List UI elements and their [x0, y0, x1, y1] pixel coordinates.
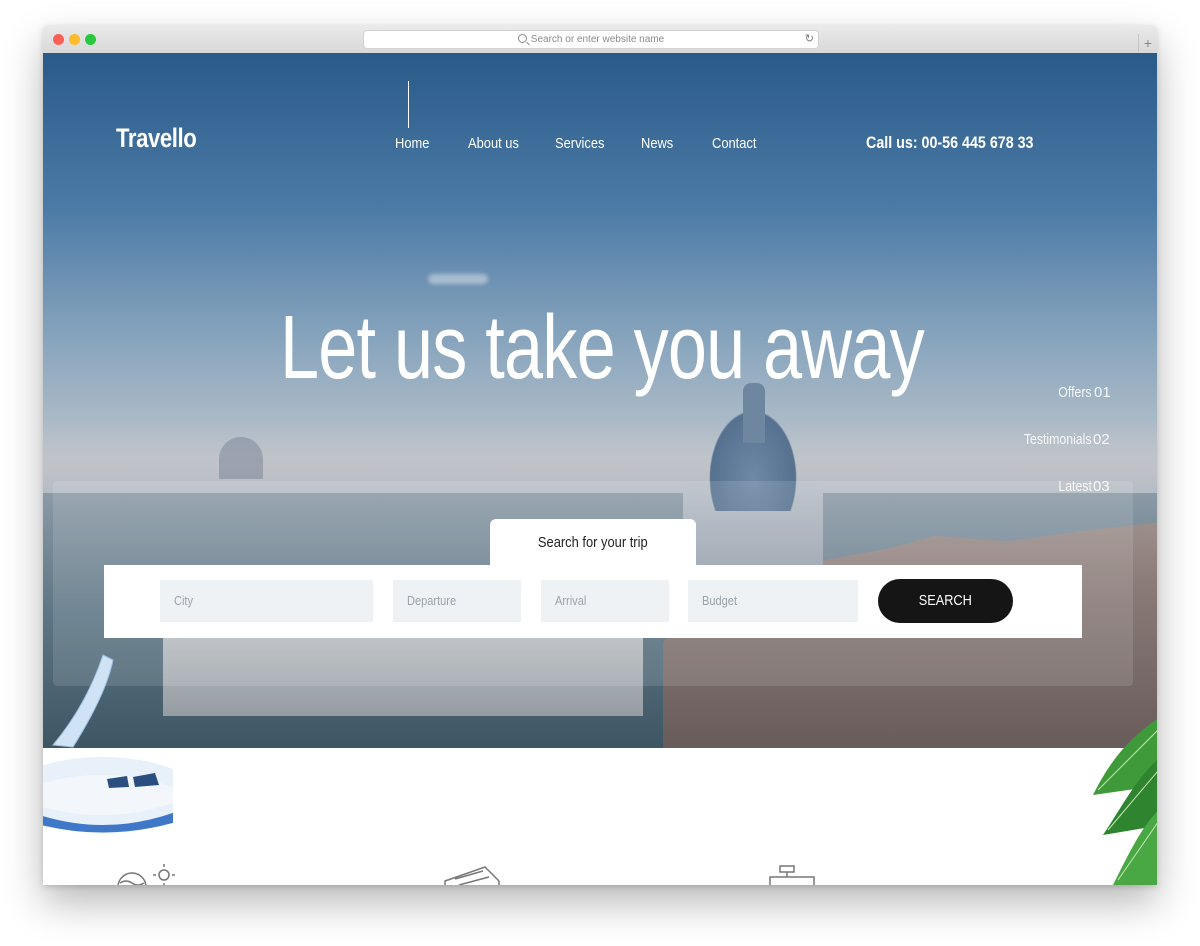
city-placeholder: City	[174, 593, 194, 608]
reload-icon[interactable]: ↻	[805, 31, 814, 48]
distant-church-silhouette	[219, 437, 263, 479]
palm-leaf-illustration	[1093, 719, 1157, 885]
site-logo[interactable]: Travello	[116, 123, 197, 154]
sun-wave-icon	[116, 863, 176, 885]
search-button-label: SEARCH	[918, 592, 973, 609]
side-menu-num-01: 01	[1094, 384, 1111, 401]
ticket-icon	[441, 863, 503, 885]
hero-section: Travello Home About us Services News Con…	[43, 53, 1157, 748]
active-nav-indicator	[408, 81, 409, 128]
search-button[interactable]: SEARCH	[878, 579, 1013, 623]
search-form: City Departure Arrival Budget SEARCH	[104, 565, 1082, 638]
nav-services[interactable]: Services	[555, 135, 604, 152]
new-tab-button[interactable]: +	[1138, 34, 1157, 52]
arrival-input[interactable]: Arrival	[541, 580, 669, 622]
arrival-placeholder: Arrival	[555, 593, 587, 608]
cloud-decoration	[428, 274, 488, 284]
departure-input[interactable]: Departure	[393, 580, 521, 622]
side-menu-num-02: 02	[1093, 431, 1110, 448]
phone-number[interactable]: Call us: 00-56 445 678 33	[866, 133, 1034, 153]
nav-contact[interactable]: Contact	[712, 135, 756, 152]
address-bar[interactable]: Search or enter website name ↻	[363, 30, 819, 49]
browser-window: Search or enter website name ↻ + Travell…	[43, 25, 1157, 885]
side-menu-offers[interactable]: Offers	[1051, 384, 1092, 401]
search-tab-label: Search for your trip	[538, 534, 648, 551]
side-menu-label: Testimonials	[1024, 431, 1092, 448]
nav-news[interactable]: News	[641, 135, 673, 152]
minimize-window-button[interactable]	[69, 34, 80, 45]
departure-placeholder: Departure	[407, 593, 457, 608]
search-tab[interactable]: Search for your trip	[490, 519, 696, 567]
address-placeholder: Search or enter website name	[530, 34, 665, 45]
search-icon	[517, 34, 527, 43]
suitcase-icon	[768, 865, 818, 885]
side-menu-label: Offers	[1058, 384, 1092, 401]
budget-placeholder: Budget	[702, 593, 738, 608]
close-window-button[interactable]	[53, 34, 64, 45]
nav-home[interactable]: Home	[395, 135, 429, 152]
hero-headline: Let us take you away	[280, 298, 925, 398]
city-input[interactable]: City	[160, 580, 373, 622]
nav-about-us[interactable]: About us	[468, 135, 519, 152]
airplane-illustration	[43, 654, 173, 833]
zoom-window-button[interactable]	[85, 34, 96, 45]
side-menu-testimonials[interactable]: Testimonials	[1009, 431, 1092, 448]
budget-input[interactable]: Budget	[688, 580, 858, 622]
browser-titlebar: Search or enter website name ↻ +	[43, 25, 1157, 54]
